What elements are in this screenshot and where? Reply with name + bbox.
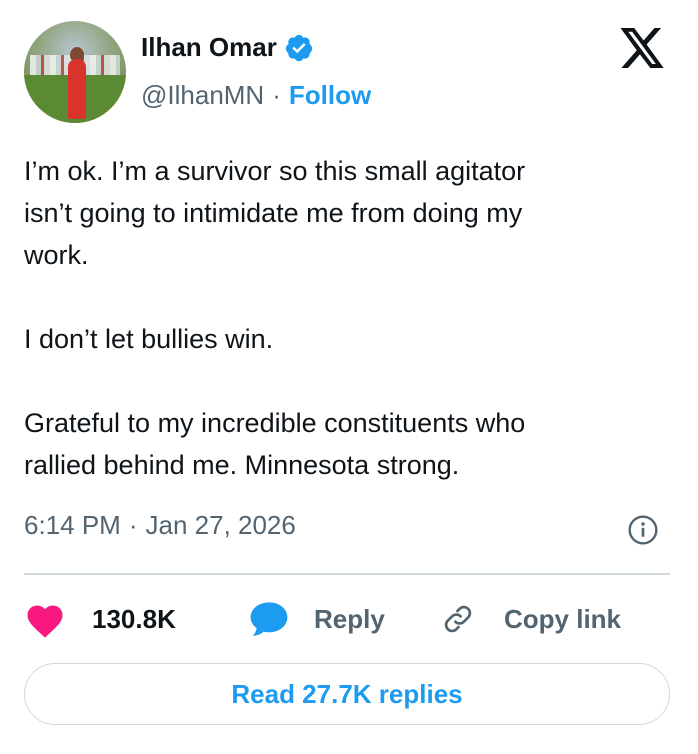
copy-link-button[interactable]: Copy link bbox=[442, 596, 621, 642]
author-handle-row: @IlhanMN · Follow bbox=[141, 80, 371, 111]
speech-bubble-icon bbox=[250, 602, 288, 636]
link-icon bbox=[444, 605, 472, 633]
tweet-date: Jan 27, 2026 bbox=[145, 510, 296, 540]
read-replies-button[interactable]: Read 27.7K replies bbox=[24, 663, 670, 725]
tweet-timestamp[interactable]: 6:14 PM · Jan 27, 2026 bbox=[24, 510, 296, 541]
tweet-time: 6:14 PM bbox=[24, 510, 121, 540]
avatar-person bbox=[68, 59, 86, 119]
separator-dot: · bbox=[128, 510, 138, 540]
action-bar: 130.8K Reply Copy link bbox=[24, 596, 670, 642]
like-count: 130.8K bbox=[92, 603, 176, 634]
divider bbox=[24, 573, 670, 575]
like-button[interactable]: 130.8K bbox=[24, 596, 176, 642]
author-name[interactable]: Ilhan Omar bbox=[141, 32, 277, 63]
reply-label: Reply bbox=[314, 603, 385, 634]
author-handle[interactable]: @IlhanMN bbox=[141, 80, 264, 111]
follow-button[interactable]: Follow bbox=[289, 80, 371, 111]
x-logo-icon[interactable] bbox=[618, 28, 666, 72]
separator-dot: · bbox=[272, 80, 281, 110]
copy-link-label: Copy link bbox=[504, 603, 622, 634]
avatar[interactable] bbox=[24, 21, 126, 123]
author-name-row: Ilhan Omar bbox=[141, 32, 314, 63]
verified-badge-icon bbox=[285, 34, 312, 61]
reply-button[interactable]: Reply bbox=[248, 596, 385, 642]
tweet-text: I’m ok. I’m a survivor so this small agi… bbox=[24, 156, 526, 480]
heart-icon bbox=[27, 605, 63, 638]
info-icon[interactable] bbox=[627, 514, 659, 546]
